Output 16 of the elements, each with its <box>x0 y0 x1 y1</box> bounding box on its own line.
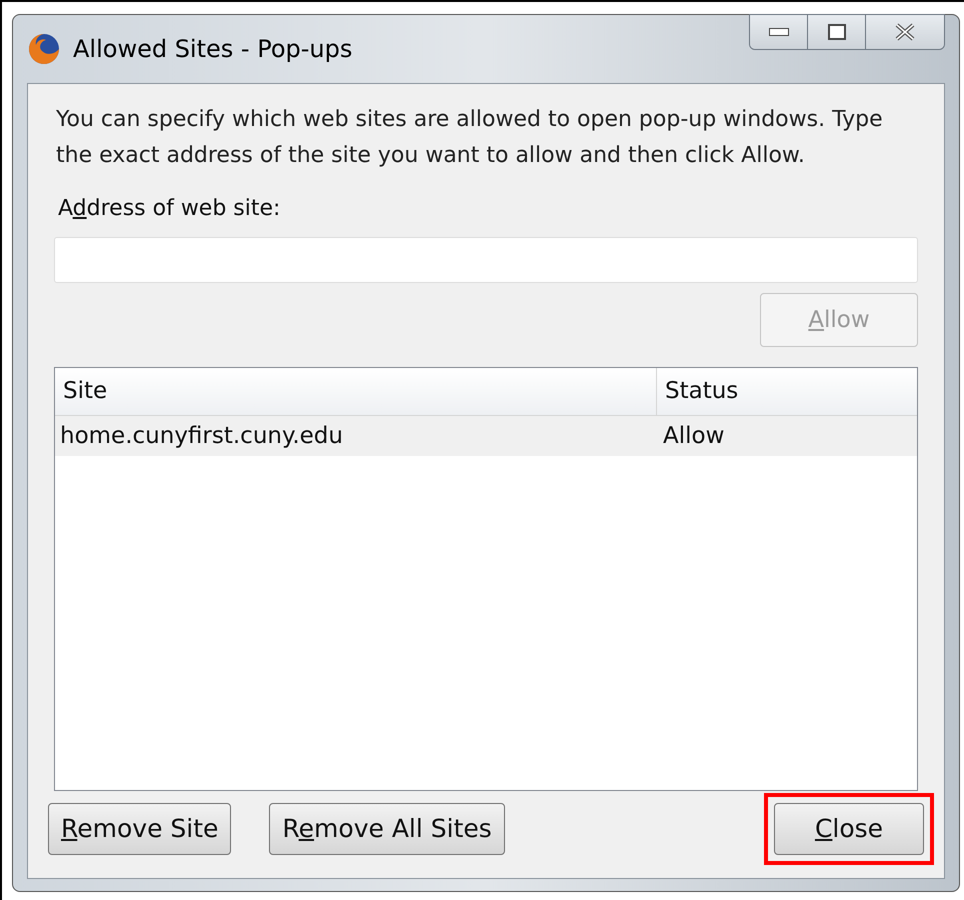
column-header[interactable]: Site <box>55 368 657 415</box>
site-cell-text: home.cunyfirst.cuny.edu <box>59 422 344 451</box>
close-icon[interactable] <box>866 15 944 49</box>
remove-button[interactable]: Remove All Sites <box>269 803 505 855</box>
address-label: Address of web site: <box>58 195 280 223</box>
window-title: Allowed Sites - Pop-ups <box>73 34 352 65</box>
address-field[interactable] <box>54 237 918 283</box>
status-cell-text: Allow <box>662 422 726 451</box>
close-button[interactable]: Close <box>774 803 924 855</box>
description-text: You can specify which web sites are allowed to open pop-up windows. Type the exact address of the site you want to allow and then click Allow. <box>56 106 884 170</box>
minimize-icon[interactable] <box>750 15 808 49</box>
maximize-icon[interactable] <box>808 15 866 49</box>
column-header[interactable]: Status <box>657 368 917 415</box>
browser-logo-icon <box>27 32 61 66</box>
site-row[interactable]: home.cunyfirst.cuny.edu Allow <box>55 416 917 456</box>
remove-button[interactable]: Remove Site <box>48 803 232 855</box>
